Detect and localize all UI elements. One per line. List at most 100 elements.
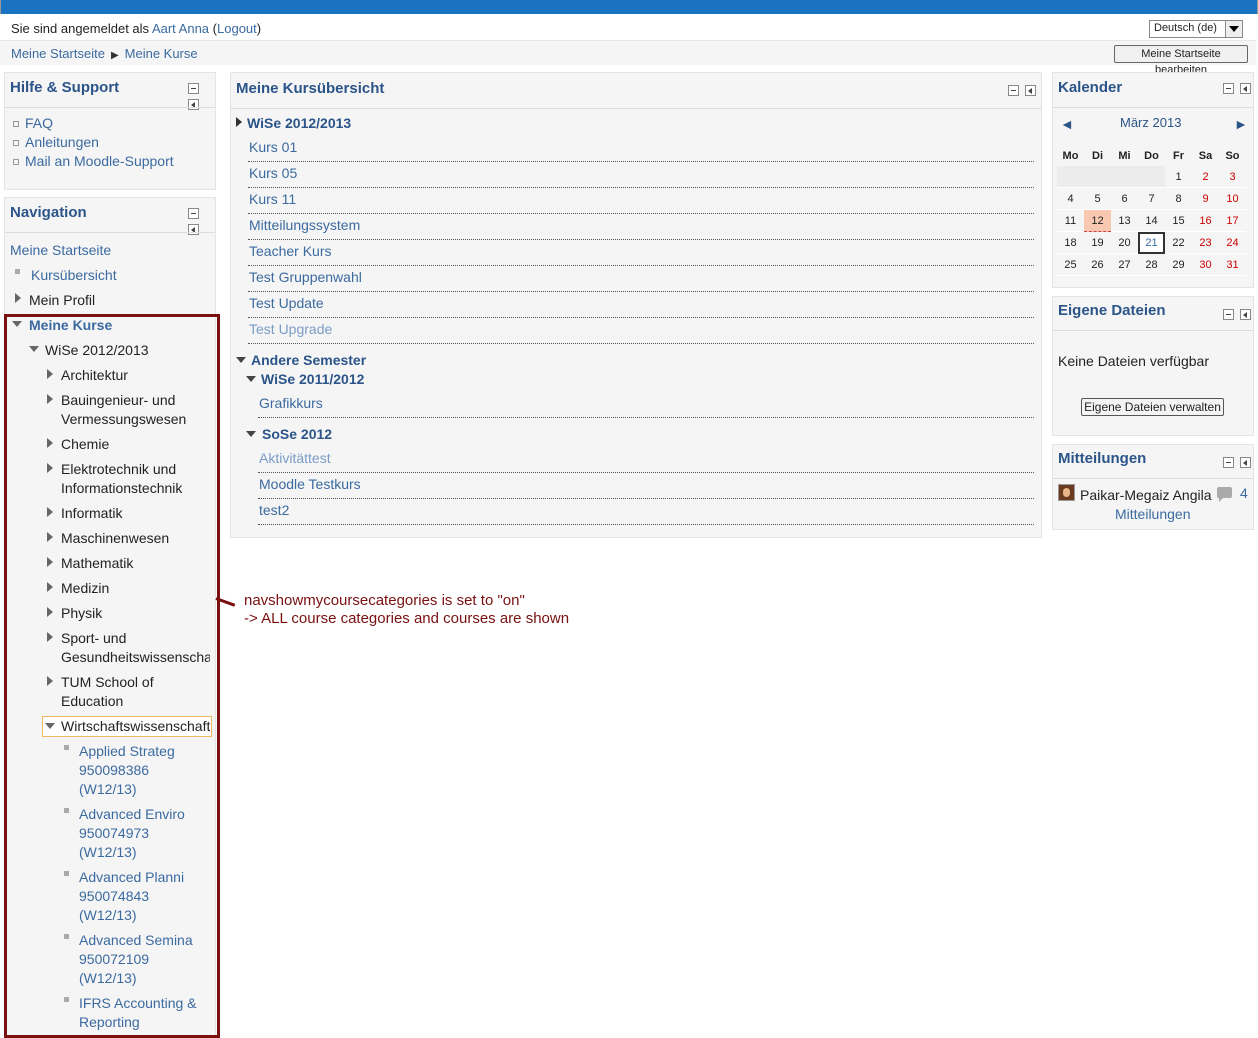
calendar-day[interactable]: 20 [1111,232,1138,254]
course-link[interactable]: Aktivitättest [259,450,331,466]
course-link[interactable]: Moodle Testkurs [259,476,361,492]
course-link[interactable]: Kurs 01 [249,139,297,155]
calendar-day[interactable]: 6 [1111,188,1138,210]
course-row[interactable]: Kurs 11 [248,188,1034,214]
calendar-day[interactable]: 13 [1111,210,1138,232]
calendar-day[interactable]: 27 [1111,254,1138,276]
nav-home[interactable]: Meine Startseite [10,242,111,258]
calendar-day[interactable]: 1 [1165,166,1192,188]
expand-icon[interactable] [15,293,21,303]
calendar-day[interactable]: 19 [1084,232,1111,254]
course-row[interactable]: Teacher Kurs [248,240,1034,266]
help-item-label[interactable]: Mail an Moodle-Support [25,153,174,169]
calendar-day[interactable]: 29 [1165,254,1192,276]
user-link[interactable]: Aart Anna [152,21,209,36]
logout-link[interactable]: Logout [217,21,257,36]
course-link[interactable]: Grafikkurs [259,395,323,411]
collapse-icon[interactable] [246,376,256,382]
manage-files-button[interactable]: Eigene Dateien verwalten [1081,398,1224,416]
calendar-day[interactable]: 23 [1192,232,1219,254]
language-select[interactable]: Deutsch (de) [1149,20,1243,38]
expand-icon[interactable] [236,117,242,127]
help-item-label[interactable]: FAQ [25,115,53,131]
course-link[interactable]: Kurs 05 [249,165,297,181]
minimize-icon[interactable] [1223,309,1234,320]
semester-heading[interactable]: WiSe 2011/2012 [261,371,364,387]
calendar-day[interactable]: 17 [1219,210,1246,232]
calendar-day[interactable]: 25 [1057,254,1084,276]
course-link[interactable]: Test Gruppenwahl [249,269,362,285]
course-row[interactable]: Test Upgrade [248,318,1034,344]
breadcrumb-home[interactable]: Meine Startseite [11,46,105,61]
course-link[interactable]: Mitteilungssystem [249,217,360,233]
dock-icon[interactable] [188,224,199,235]
chevron-down-icon[interactable] [1225,21,1242,37]
dock-icon[interactable] [1240,83,1251,94]
calendar-day[interactable]: 9 [1192,188,1219,210]
nav-profil[interactable]: Mein Profil [29,292,95,308]
dock-icon[interactable] [1025,85,1036,96]
calendar-day[interactable]: 22 [1165,232,1192,254]
course-link[interactable]: Kurs 11 [249,191,296,207]
calendar-day[interactable]: 4 [1057,188,1084,210]
collapse-icon[interactable] [236,357,246,363]
course-row[interactable]: test2 [258,499,1034,525]
minimize-icon[interactable] [188,208,199,219]
minimize-icon[interactable] [1223,83,1234,94]
course-row[interactable]: Kurs 01 [248,136,1034,162]
calendar-month[interactable]: März 2013 [1120,115,1181,130]
course-link[interactable]: Test Update [249,295,324,311]
help-item-faq[interactable]: FAQ [13,115,53,131]
calendar-day[interactable]: 30 [1192,254,1219,276]
collapse-icon[interactable] [246,431,256,437]
course-row[interactable]: Kurs 05 [248,162,1034,188]
next-month-icon[interactable]: ► [1234,116,1248,132]
avatar[interactable] [1058,484,1075,501]
minimize-icon[interactable] [1008,85,1019,96]
other-semesters-heading[interactable]: Andere Semester [251,352,366,368]
course-row[interactable]: Grafikkurs [258,392,1034,418]
nav-kursuebersicht[interactable]: Kursübersicht [31,267,117,283]
calendar-day[interactable]: 2 [1192,166,1219,188]
course-row[interactable]: Aktivitättest [258,447,1034,473]
calendar-day[interactable]: 26 [1084,254,1111,276]
course-row[interactable]: Test Update [248,292,1034,318]
calendar-day[interactable]: 11 [1057,210,1084,232]
prev-month-icon[interactable]: ◄ [1060,116,1074,132]
semester-heading[interactable]: SoSe 2012 [262,426,332,442]
breadcrumb-current[interactable]: Meine Kurse [125,46,198,61]
calendar-day[interactable]: 8 [1165,188,1192,210]
calendar-day[interactable]: 18 [1057,232,1084,254]
message-icon[interactable] [1217,487,1232,502]
calendar-day[interactable]: 10 [1219,188,1246,210]
dock-icon[interactable] [1240,309,1251,320]
calendar-day[interactable]: 14 [1138,210,1165,232]
calendar-day[interactable]: 16 [1192,210,1219,232]
calendar-day-today[interactable]: 21 [1138,232,1165,254]
course-link[interactable]: test2 [259,502,289,518]
help-item-mail[interactable]: Mail an Moodle-Support [13,153,174,169]
dock-icon[interactable] [188,99,199,110]
course-row[interactable]: Moodle Testkurs [258,473,1034,499]
calendar-day[interactable]: 31 [1219,254,1246,276]
calendar-day[interactable]: 15 [1165,210,1192,232]
course-link[interactable]: Test Upgrade [249,321,332,337]
help-item-label[interactable]: Anleitungen [25,134,99,150]
calendar-day[interactable]: 28 [1138,254,1165,276]
dock-icon[interactable] [1240,457,1251,468]
messages-link[interactable]: Mitteilungen [1115,506,1191,522]
semester-heading[interactable]: WiSe 2012/2013 [247,115,351,131]
help-item-anleitungen[interactable]: Anleitungen [13,134,99,150]
calendar-day[interactable]: 7 [1138,188,1165,210]
calendar-day[interactable]: 5 [1084,188,1111,210]
course-link[interactable]: Teacher Kurs [249,243,331,259]
minimize-icon[interactable] [188,83,199,94]
edit-homepage-button[interactable]: Meine Startseite bearbeiten [1114,45,1248,76]
course-row[interactable]: Test Gruppenwahl [248,266,1034,292]
course-row[interactable]: Mitteilungssystem [248,214,1034,240]
message-sender[interactable]: Paikar-Megaiz Angila [1080,487,1212,503]
calendar-day[interactable]: 24 [1219,232,1246,254]
calendar-day[interactable]: 3 [1219,166,1246,188]
calendar-day-event[interactable]: 12 [1084,210,1111,232]
minimize-icon[interactable] [1223,457,1234,468]
